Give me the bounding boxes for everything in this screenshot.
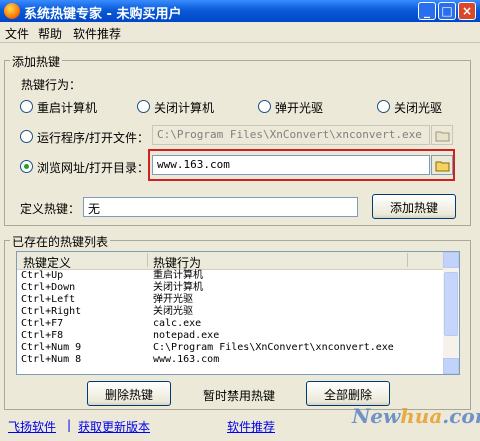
add-hotkey-group-title: 添加热键	[10, 53, 63, 70]
delete-all-button[interactable]: 全部删除	[306, 381, 390, 406]
hotkey-list-group-title: 已存在的热键列表	[10, 233, 111, 250]
hotkey-input[interactable]: 无	[83, 197, 358, 217]
delete-hotkey-button-label: 删除热键	[104, 388, 153, 402]
action-cell: 关闭光驱	[153, 306, 193, 317]
column-hotkey[interactable]: 热键定义	[23, 254, 71, 271]
column-action[interactable]: 热键行为	[153, 254, 201, 271]
watermark-logo: Newhua.com	[352, 404, 480, 428]
action-cell: 重启计算机	[153, 270, 203, 281]
radio-run-program[interactable]	[20, 130, 33, 143]
get-update-link[interactable]: 获取更新版本	[78, 418, 150, 435]
disable-hotkey-button[interactable]: 暂时禁用热键	[203, 387, 275, 404]
window-title: 系统热键专家 - 未购买用户	[24, 7, 182, 22]
folder-icon	[435, 131, 450, 142]
table-row[interactable]: Ctrl+Left 弹开光驱	[17, 294, 439, 306]
hotkey-cell: Ctrl+Num 9	[21, 342, 82, 353]
software-recommend-link[interactable]: 软件推荐	[227, 418, 275, 435]
table-row[interactable]: Ctrl+Num 8 www.163.com	[17, 354, 439, 366]
radio-eject-cd-label[interactable]: 弹开光驱	[275, 99, 323, 116]
run-program-path-input[interactable]: C:\Program Files\XnConvert\xnconvert.exe	[152, 125, 430, 145]
radio-close-cd-label[interactable]: 关闭光驱	[394, 99, 442, 116]
browse-url-label[interactable]: 浏览网址/打开目录：	[37, 159, 149, 176]
add-hotkey-button[interactable]: 添加热键	[372, 194, 456, 219]
list-header: 热键定义 热键行为	[17, 252, 459, 271]
action-cell: 弹开光驱	[153, 294, 193, 305]
hotkey-cell: Ctrl+Left	[21, 294, 76, 305]
add-hotkey-button-label: 添加热键	[389, 201, 438, 215]
menu-bar: 文件 帮助 软件推荐	[0, 22, 480, 43]
action-cell: calc.exe	[153, 318, 202, 329]
radio-restart-label[interactable]: 重启计算机	[37, 99, 97, 116]
hotkey-list[interactable]: 热键定义 热键行为 Ctrl+Up 重启计算机 Ctrl+Down 关闭计算机 …	[16, 251, 460, 375]
table-row[interactable]: Ctrl+Up 重启计算机	[17, 270, 439, 282]
radio-shutdown[interactable]	[137, 100, 150, 113]
maximize-button[interactable]: □	[438, 2, 456, 20]
run-program-label[interactable]: 运行程序/打开文件：	[37, 129, 149, 146]
radio-browse-url[interactable]	[20, 160, 33, 173]
column-divider	[407, 253, 408, 267]
hotkey-cell: Ctrl+Num 8	[21, 354, 82, 365]
radio-close-cd[interactable]	[377, 100, 390, 113]
action-cell: 关闭计算机	[153, 282, 203, 293]
column-divider	[147, 253, 148, 267]
minimize-button[interactable]: _	[418, 2, 436, 20]
run-program-browse-button[interactable]	[431, 125, 453, 145]
table-row[interactable]: Ctrl+Down 关闭计算机	[17, 282, 439, 294]
list-scrollbar[interactable]	[443, 252, 459, 374]
browse-url-input[interactable]: www.163.com	[152, 155, 430, 175]
hotkey-define-label: 定义热键：	[20, 202, 81, 216]
hotkey-cell: Ctrl+Down	[21, 282, 76, 293]
table-row[interactable]: Ctrl+Right 关闭光驱	[17, 306, 439, 318]
watermark-hua: hua	[400, 404, 443, 428]
menu-help[interactable]: 帮助	[38, 25, 62, 42]
action-cell: notepad.exe	[153, 330, 220, 341]
scroll-up-arrow[interactable]	[443, 252, 459, 268]
table-row[interactable]: Ctrl+F8 notepad.exe	[17, 330, 439, 342]
app-icon	[4, 3, 20, 19]
hotkey-action-label: 热键行为：	[21, 78, 82, 92]
browse-url-button[interactable]	[431, 155, 453, 175]
menu-file[interactable]: 文件	[5, 25, 29, 42]
title-bar[interactable]: 系统热键专家 - 未购买用户 _ □ ×	[0, 0, 480, 22]
folder-icon	[435, 161, 450, 172]
watermark-com: .com	[442, 404, 480, 428]
hotkey-cell: Ctrl+Right	[21, 306, 82, 317]
table-row[interactable]: Ctrl+Num 9 C:\Program Files\XnConvert\xn…	[17, 342, 439, 354]
feiyang-software-link[interactable]: 飞扬软件	[8, 418, 56, 435]
radio-shutdown-label[interactable]: 关闭计算机	[154, 99, 214, 116]
menu-recommend[interactable]: 软件推荐	[73, 25, 121, 42]
hotkey-cell: Ctrl+F7	[21, 318, 64, 329]
hotkey-cell: Ctrl+Up	[21, 270, 64, 281]
watermark-new: New	[352, 404, 401, 428]
close-button[interactable]: ×	[458, 2, 476, 20]
action-cell: www.163.com	[153, 354, 220, 365]
table-row[interactable]: Ctrl+F7 calc.exe	[17, 318, 439, 330]
delete-hotkey-button[interactable]: 删除热键	[87, 381, 171, 406]
action-cell: C:\Program Files\XnConvert\xnconvert.exe	[153, 342, 394, 353]
footer-separator: |	[67, 418, 72, 432]
radio-restart[interactable]	[20, 100, 33, 113]
scroll-down-arrow[interactable]	[443, 358, 459, 374]
delete-all-button-label: 全部删除	[323, 388, 372, 402]
hotkey-cell: Ctrl+F8	[21, 330, 64, 341]
radio-eject-cd[interactable]	[258, 100, 271, 113]
scroll-thumb[interactable]	[444, 272, 458, 336]
